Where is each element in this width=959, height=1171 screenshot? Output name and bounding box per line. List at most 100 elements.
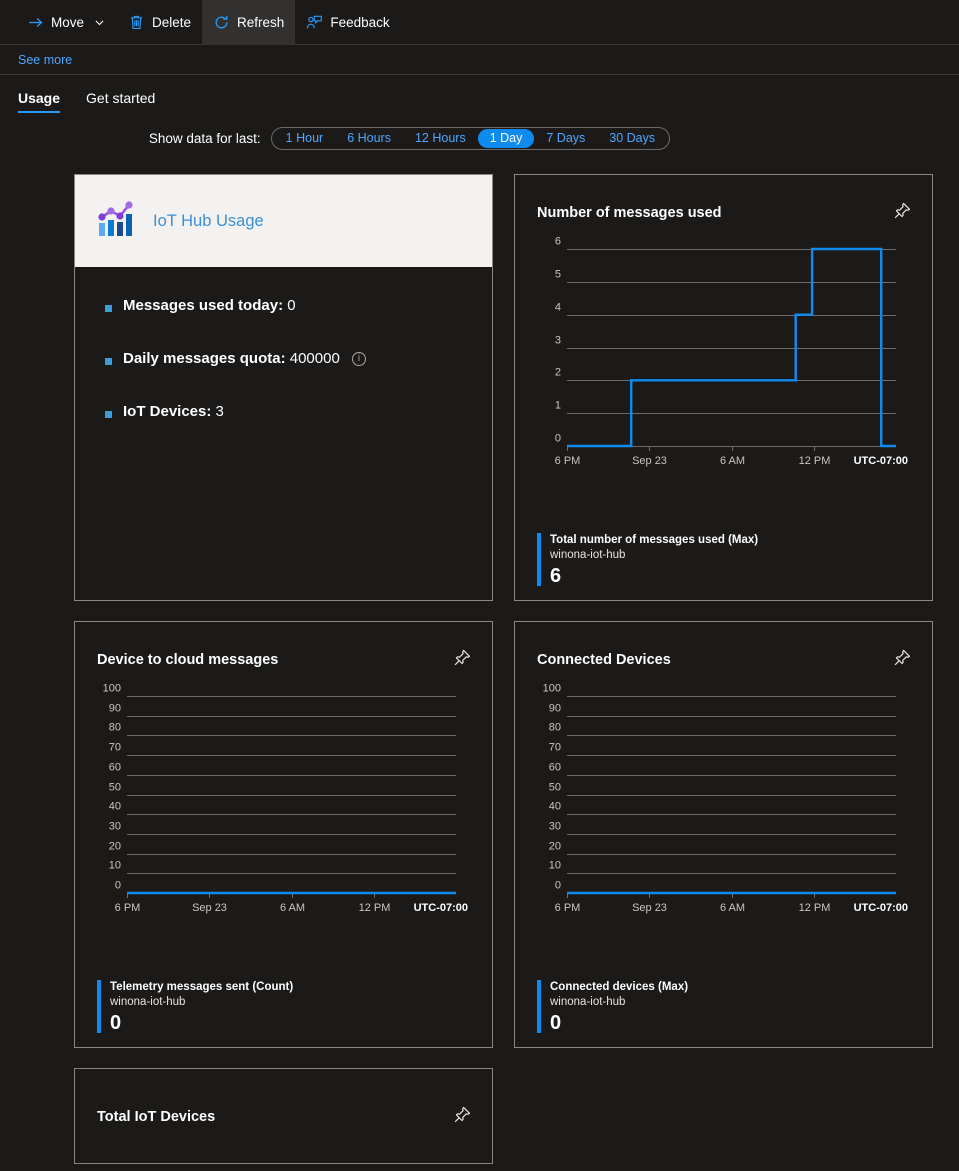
tab-strip: Usage Get started [0,75,959,113]
feedback-button[interactable]: Feedback [295,0,400,45]
usage-item-value: 0 [287,297,295,314]
svg-text:6 PM: 6 PM [555,902,581,914]
delete-button[interactable]: Delete [117,0,202,45]
refresh-icon [213,14,230,31]
legend-resource-name: winona-iot-hub [550,548,758,564]
svg-text:6 PM: 6 PM [555,455,581,467]
svg-text:UTC-07:00: UTC-07:00 [414,902,468,914]
svg-text:40: 40 [549,801,561,813]
bullet-square-icon [105,411,112,418]
chart-legend: Total number of messages used (Max) wino… [537,533,758,586]
device-to-cloud-messages-card: Device to cloud messages 010203040506070… [74,621,493,1048]
svg-text:70: 70 [549,742,561,754]
tab-usage-label: Usage [18,90,60,106]
iot-hub-usage-card-header[interactable]: IoT Hub Usage [75,175,492,267]
usage-item-label: Daily messages quota [123,350,281,367]
move-button-label: Move [51,15,84,30]
svg-text:10: 10 [549,860,561,872]
tab-get-started-label: Get started [86,90,155,106]
svg-text:60: 60 [549,762,561,774]
legend-resource-name: winona-iot-hub [110,995,293,1011]
svg-text:40: 40 [109,801,121,813]
chart-plot-area: 01020304050607080901006 PMSep 236 AM12 P… [515,682,932,927]
time-range-option-1-day[interactable]: 1 Day [478,129,535,148]
svg-text:Sep 23: Sep 23 [632,902,667,914]
chart-plot-area: 01234566 PMSep 236 AM12 PMUTC-07:00 [515,235,932,480]
iot-hub-usage-title[interactable]: IoT Hub Usage [153,212,264,231]
usage-item-value: 3 [216,403,224,420]
svg-text:50: 50 [549,782,561,794]
svg-text:Sep 23: Sep 23 [632,455,667,467]
iot-hub-usage-card-body: Messages used today: 0 Daily messages qu… [75,267,492,420]
dashboard-board: IoT Hub Usage Messages used today: 0 Dai… [0,174,959,1164]
legend-color-bar [537,533,541,586]
info-icon[interactable]: i [352,352,366,366]
chart-svg-container: 01020304050607080901006 PMSep 236 AM12 P… [75,682,492,927]
svg-text:5: 5 [555,269,561,281]
pin-icon[interactable] [452,648,472,668]
chart-title: Total IoT Devices [97,1109,215,1125]
time-range-pill-group: 1 Hour 6 Hours 12 Hours 1 Day 7 Days 30 … [271,127,670,150]
svg-text:100: 100 [543,683,561,695]
board-row-2: Device to cloud messages 010203040506070… [74,621,959,1048]
svg-text:12 PM: 12 PM [359,902,391,914]
svg-text:6 PM: 6 PM [115,902,141,914]
feedback-icon [306,14,323,31]
svg-text:20: 20 [109,841,121,853]
arrow-right-icon [27,14,44,31]
usage-item-messages-used-today: Messages used today: 0 [105,297,492,314]
svg-text:30: 30 [109,821,121,833]
svg-text:12 PM: 12 PM [799,902,831,914]
svg-text:6: 6 [555,236,561,248]
legend-value: 0 [110,1013,293,1033]
legend-value: 0 [550,1013,688,1033]
chart-title: Number of messages used [537,205,722,221]
svg-text:0: 0 [115,880,121,892]
legend-metric-name: Connected devices (Max) [550,980,688,996]
svg-text:100: 100 [103,683,121,695]
legend-color-bar [537,980,541,1033]
svg-text:UTC-07:00: UTC-07:00 [854,455,908,467]
usage-item-daily-messages-quota: Daily messages quota: 400000 i [105,350,492,367]
tab-usage[interactable]: Usage [18,90,60,113]
chart-svg-container: 01234566 PMSep 236 AM12 PMUTC-07:00 [515,235,932,480]
tab-get-started[interactable]: Get started [86,90,155,113]
legend-metric-name: Total number of messages used (Max) [550,533,758,549]
connected-devices-card: Connected Devices 0102030405060708090100… [514,621,933,1048]
time-range-option-7-days[interactable]: 7 Days [534,129,597,148]
pin-icon[interactable] [892,648,912,668]
chevron-down-icon[interactable] [93,16,106,29]
iot-hub-usage-chart-icon [97,200,137,243]
svg-text:60: 60 [109,762,121,774]
usage-item-value: 400000 [290,350,340,367]
svg-text:6 AM: 6 AM [720,902,745,914]
svg-text:6 AM: 6 AM [720,455,745,467]
refresh-button[interactable]: Refresh [202,0,295,45]
time-range-option-30-days[interactable]: 30 Days [597,129,667,148]
bullet-square-icon [105,358,112,365]
move-button[interactable]: Move [16,0,117,45]
pin-icon[interactable] [892,201,912,221]
chart-legend: Connected devices (Max) winona-iot-hub 0 [537,980,688,1033]
svg-text:0: 0 [555,880,561,892]
usage-item-iot-devices: IoT Devices: 3 [105,403,492,420]
svg-text:20: 20 [549,841,561,853]
time-range-option-6-hours[interactable]: 6 Hours [335,129,403,148]
legend-value: 6 [550,566,758,586]
iot-hub-usage-card: IoT Hub Usage Messages used today: 0 Dai… [74,174,493,601]
see-more-link[interactable]: See more [18,53,72,67]
number-of-messages-used-card: Number of messages used 01234566 PMSep 2… [514,174,933,601]
legend-metric-name: Telemetry messages sent (Count) [110,980,293,996]
svg-text:12 PM: 12 PM [799,455,831,467]
svg-text:UTC-07:00: UTC-07:00 [854,902,908,914]
see-more-bar: See more [0,45,959,75]
svg-text:3: 3 [555,335,561,347]
svg-text:70: 70 [109,742,121,754]
svg-text:6 AM: 6 AM [280,902,305,914]
legend-color-bar [97,980,101,1033]
pin-icon[interactable] [452,1105,472,1125]
time-range-option-12-hours[interactable]: 12 Hours [403,129,478,148]
time-range-option-1-hour[interactable]: 1 Hour [274,129,336,148]
svg-text:90: 90 [549,703,561,715]
svg-text:80: 80 [549,722,561,734]
